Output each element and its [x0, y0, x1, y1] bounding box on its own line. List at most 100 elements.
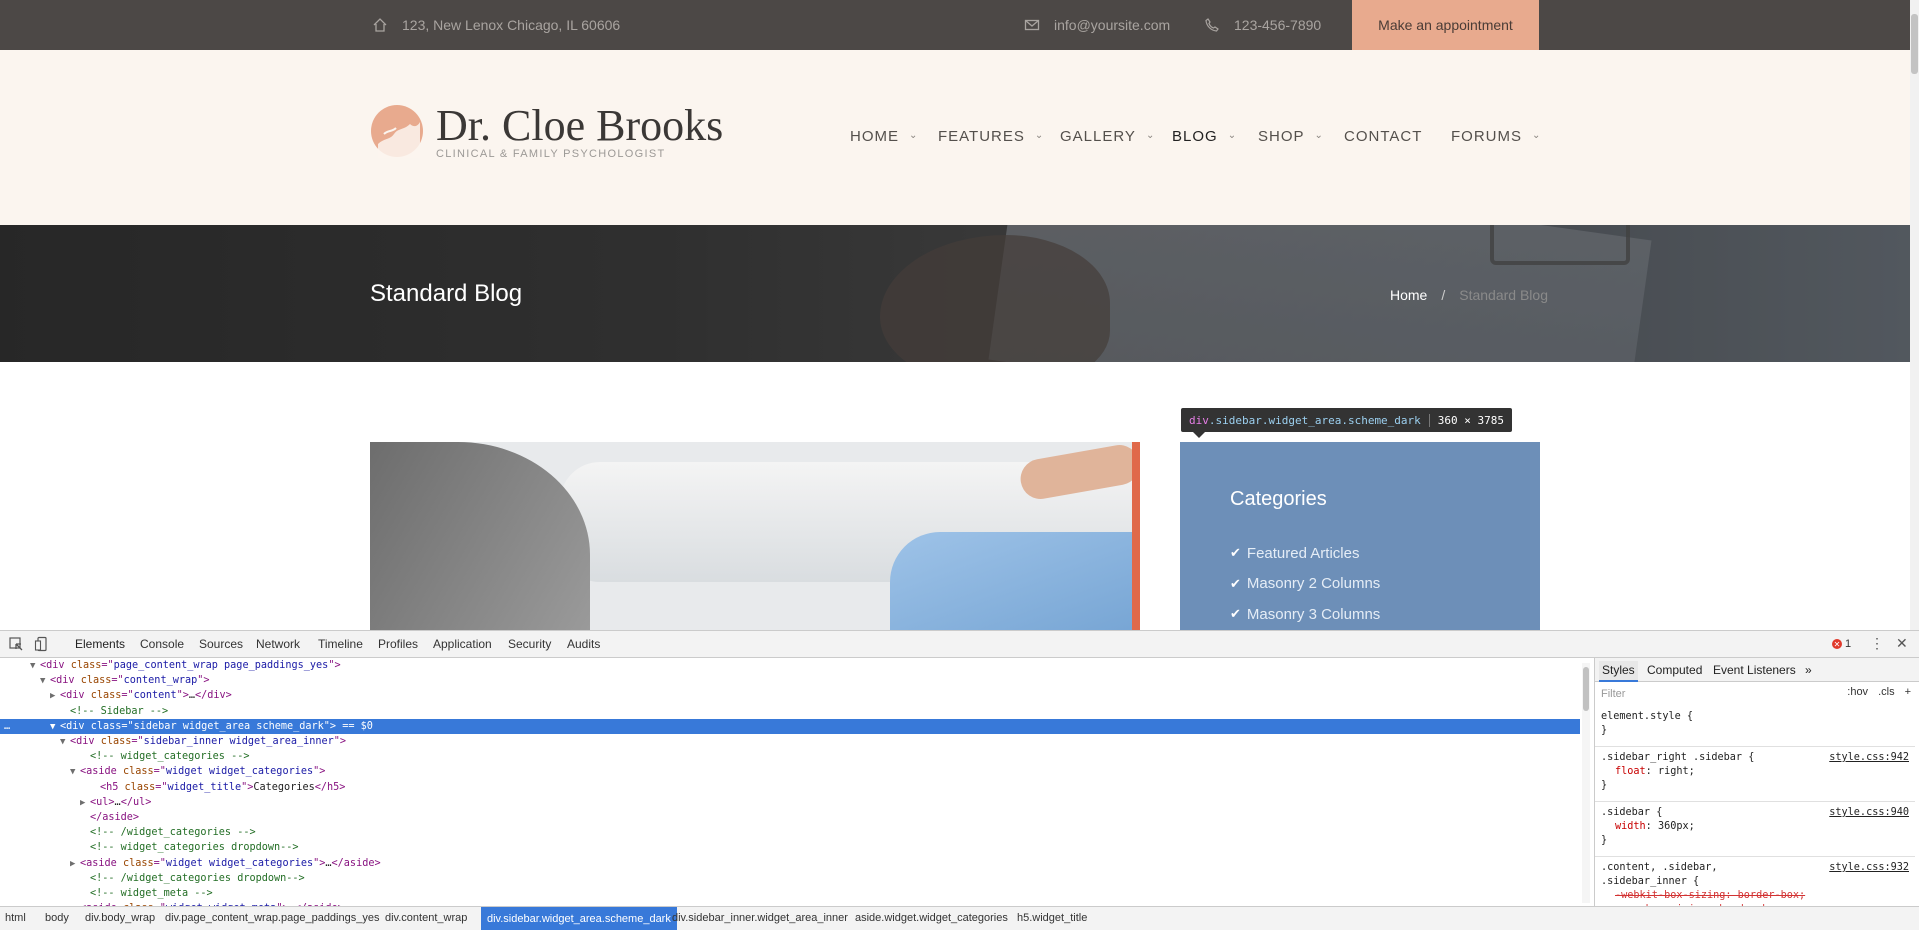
dom-node-line[interactable]: <!-- widget_categories --> — [0, 749, 1580, 764]
nav-home-label: HOME — [850, 128, 899, 145]
expand-toggle-icon[interactable]: ▼ — [60, 735, 70, 750]
tab-timeline[interactable]: Timeline — [318, 637, 363, 651]
tab-computed[interactable]: Computed — [1647, 663, 1702, 677]
nav-gallery[interactable]: GALLERY ⌄ — [1060, 128, 1155, 145]
rule-source-link[interactable]: style.css:932 — [1829, 861, 1909, 875]
device-toolbar-icon[interactable] — [34, 636, 50, 652]
dom-node-line[interactable]: </aside> — [0, 810, 1580, 825]
more-options-icon[interactable]: ⋮ — [1870, 635, 1884, 652]
rule-source-link[interactable]: style.css:942 — [1829, 751, 1909, 765]
dom-breadcrumb-item[interactable]: aside.widget.widget_categories — [855, 912, 1008, 924]
expand-toggle-icon[interactable]: ▼ — [30, 659, 40, 674]
dom-node-line[interactable]: <!-- widget_meta --> — [0, 886, 1580, 901]
dom-node-markup: <!-- widget_categories dropdown--> — [90, 842, 299, 854]
more-tabs-icon[interactable]: » — [1805, 663, 1812, 677]
dom-node-line[interactable]: ▶ <aside class="widget widget_categories"… — [0, 856, 1580, 871]
css-rule[interactable]: .sidebar {style.css:940 width: 360px;} — [1601, 806, 1909, 848]
dom-node-markup: <div class="sidebar_inner widget_area_in… — [70, 736, 347, 747]
dom-node-line[interactable]: ▼ <aside class="widget widget_categories"… — [0, 764, 1580, 779]
dom-breadcrumb-item[interactable]: html — [5, 912, 26, 924]
dom-node-markup: <div class="content_wrap"> — [50, 675, 210, 687]
page-hero: Standard Blog Home / Standard Blog — [0, 225, 1910, 362]
site-logo[interactable]: Dr. Cloe Brooks CLINICAL & FAMILY PSYCHO… — [370, 101, 723, 160]
dom-node-line[interactable]: <!-- /widget_categories --> — [0, 825, 1580, 840]
tooltip-tag: div — [1189, 413, 1209, 427]
nav-forums[interactable]: FORUMS ⌄ — [1451, 128, 1541, 145]
page-scrollbar[interactable] — [1910, 0, 1919, 630]
tab-profiles[interactable]: Profiles — [378, 637, 418, 651]
tab-sources[interactable]: Sources — [199, 637, 243, 651]
check-icon: ✔ — [1230, 545, 1241, 561]
tab-audits[interactable]: Audits — [567, 637, 600, 651]
hover-state-toggle[interactable]: :hov — [1847, 686, 1868, 698]
add-rule-button[interactable]: + — [1905, 686, 1911, 698]
expand-toggle-icon[interactable]: ▶ — [70, 857, 80, 872]
phone-item[interactable]: 123-456-7890 — [1204, 0, 1321, 50]
dom-scrollbar-thumb[interactable] — [1583, 667, 1589, 711]
tab-styles[interactable]: Styles — [1599, 661, 1638, 682]
make-appointment-button[interactable]: Make an appointment — [1352, 0, 1539, 50]
tab-application[interactable]: Application — [433, 637, 492, 651]
dom-node-line[interactable]: ▼ <div class="page_content_wrap page_padd… — [0, 658, 1580, 673]
nav-shop[interactable]: SHOP ⌄ — [1258, 128, 1324, 145]
phone-text[interactable]: 123-456-7890 — [1234, 17, 1321, 33]
dom-breadcrumb-item[interactable]: div.content_wrap — [385, 912, 467, 924]
category-item[interactable]: ✔ Masonry 3 Columns — [1230, 599, 1380, 630]
dom-breadcrumb-item[interactable]: body — [45, 912, 69, 924]
dom-node-markup: <!-- widget_categories --> — [90, 751, 250, 763]
styles-filter-input[interactable]: Filter — [1601, 688, 1625, 700]
breadcrumb-home[interactable]: Home — [1390, 287, 1427, 303]
tab-elements[interactable]: Elements — [75, 637, 125, 651]
rule-separator — [1595, 856, 1915, 857]
nav-blog[interactable]: BLOG ⌄ — [1172, 128, 1237, 145]
tab-network[interactable]: Network — [256, 637, 300, 651]
tab-console[interactable]: Console — [140, 637, 184, 651]
dom-node-line[interactable]: … ▼ <div class="sidebar widget_area scheme… — [0, 718, 1580, 735]
dom-node-line[interactable]: <!-- Sidebar --> — [0, 704, 1580, 719]
dom-node-line[interactable]: ▶ <div class="content">…</div> — [0, 688, 1580, 703]
dom-tree[interactable]: ▼ <div class="page_content_wrap page_padd… — [0, 658, 1580, 906]
css-rule[interactable]: .sidebar_right .sidebar {style.css:942 fl… — [1601, 751, 1909, 793]
dom-breadcrumb-item[interactable]: div.body_wrap — [85, 912, 155, 924]
expand-toggle-icon[interactable]: ▼ — [70, 765, 80, 780]
dom-node-line[interactable]: <h5 class="widget_title">Categories</h5> — [0, 780, 1580, 795]
inspect-element-icon[interactable] — [8, 636, 24, 652]
email-item[interactable]: info@yoursite.com — [1024, 0, 1170, 50]
error-counter[interactable]: ✕ 1 — [1832, 638, 1851, 650]
category-item[interactable]: ✔ Featured Articles — [1230, 538, 1380, 569]
dom-node-line[interactable]: ▼ <div class="content_wrap"> — [0, 673, 1580, 688]
nav-home[interactable]: HOME ⌄ — [850, 128, 918, 145]
expand-toggle-icon[interactable]: ▼ — [40, 674, 50, 689]
dom-node-line[interactable]: <!-- /widget_categories dropdown--> — [0, 871, 1580, 886]
tab-event-listeners[interactable]: Event Listeners — [1713, 663, 1796, 677]
tooltip-size: 360 × 3785 — [1428, 413, 1504, 427]
dom-node-line[interactable]: <!-- widget_categories dropdown--> — [0, 840, 1580, 855]
dom-scrollbar[interactable] — [1582, 663, 1590, 903]
dom-breadcrumb-item[interactable]: div.sidebar_inner.widget_area_inner — [672, 912, 848, 924]
rule-source-link[interactable]: style.css:940 — [1829, 806, 1909, 820]
class-toggle[interactable]: .cls — [1878, 686, 1895, 698]
category-label: Featured Articles — [1246, 544, 1360, 562]
close-icon[interactable]: ✕ — [1896, 635, 1908, 652]
dom-breadcrumb-item[interactable]: div.page_content_wrap.page_paddings_yes — [165, 912, 379, 924]
nav-features[interactable]: FEATURES ⌄ — [938, 128, 1044, 145]
post-featured-image[interactable] — [370, 442, 1140, 630]
email-text[interactable]: info@yoursite.com — [1054, 17, 1170, 33]
phone-icon — [1205, 18, 1219, 32]
expand-toggle-icon[interactable]: ▼ — [50, 720, 60, 735]
tab-security[interactable]: Security — [508, 637, 551, 651]
expand-toggle-icon[interactable]: ▶ — [80, 796, 90, 811]
expand-toggle-icon[interactable]: ▶ — [50, 689, 60, 704]
category-label: Masonry 2 Columns — [1246, 575, 1381, 593]
dom-breadcrumb-item[interactable]: h5.widget_title — [1017, 912, 1087, 924]
nav-contact[interactable]: CONTACT — [1344, 128, 1422, 145]
dom-node-line[interactable]: ▶ <ul>…</ul> — [0, 795, 1580, 810]
nav-blog-label: BLOG — [1172, 128, 1218, 145]
css-rule[interactable]: .content, .sidebar, .sidebar_inner {style… — [1601, 861, 1909, 906]
page-scrollbar-thumb[interactable] — [1911, 14, 1918, 74]
dom-breadcrumb-item[interactable]: div.sidebar.widget_area.scheme_dark — [481, 907, 677, 930]
dom-node-line[interactable]: ▼ <div class="sidebar_inner widget_area_i… — [0, 734, 1580, 749]
css-rule[interactable]: element.style {} — [1601, 710, 1909, 738]
category-item[interactable]: ✔ Masonry 2 Columns — [1230, 569, 1380, 600]
chevron-down-icon: ⌄ — [1034, 130, 1045, 141]
